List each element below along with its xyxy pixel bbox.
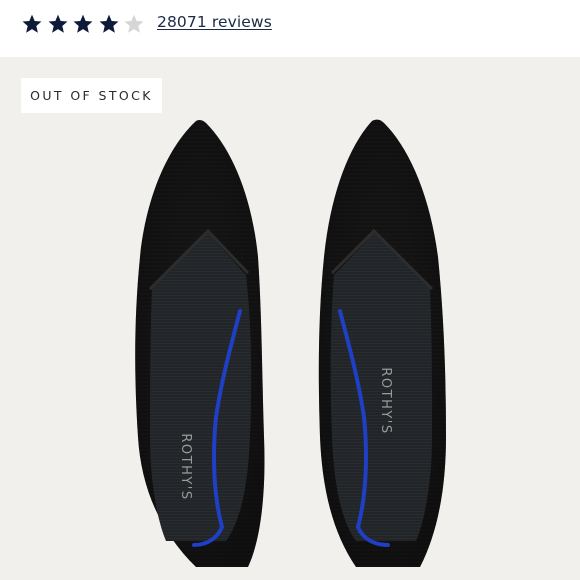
star-filled-icon: [98, 13, 120, 35]
star-filled-icon: [47, 13, 69, 35]
star-filled-icon: [21, 13, 43, 35]
rating-bar: 28071 reviews: [0, 0, 580, 57]
right-shoe: ROTHY'S: [318, 119, 446, 568]
reviews-link[interactable]: 28071 reviews: [157, 13, 272, 31]
product-page: 28071 reviews ROTHY'S ROTHY'S OUT OF STO…: [0, 0, 580, 580]
product-image[interactable]: ROTHY'S ROTHY'S OUT OF STOCK: [0, 57, 580, 580]
insole-brand-text-right: ROTHY'S: [378, 367, 393, 434]
insole-brand-text-left: ROTHY'S: [178, 433, 193, 500]
star-filled-icon: [72, 13, 94, 35]
shoes-photo: ROTHY'S ROTHY'S: [135, 119, 446, 568]
left-shoe: ROTHY'S: [135, 119, 265, 568]
out-of-stock-badge: OUT OF STOCK: [21, 78, 162, 113]
star-empty-icon: [123, 13, 145, 35]
star-rating[interactable]: [21, 12, 149, 36]
